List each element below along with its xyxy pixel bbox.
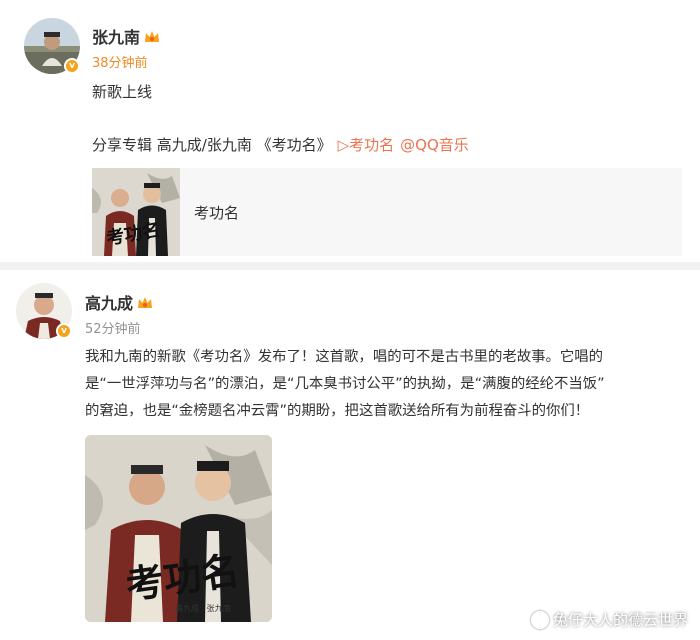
- card-title: 考功名: [194, 203, 240, 222]
- username[interactable]: 张九南: [92, 24, 160, 48]
- watermark-text: 兔仔大人的德云世界: [552, 611, 688, 629]
- username-text[interactable]: 张九南: [92, 24, 140, 48]
- username[interactable]: 高九成: [85, 290, 153, 314]
- post-text-line: 新歌上线: [92, 83, 153, 101]
- post-body-line-3: 的窘迫，也是“金榜题名冲云霄”的期盼，把这首歌送给所有为前程奋斗的你们！: [85, 403, 590, 419]
- username-text[interactable]: 高九成: [85, 290, 133, 314]
- share-line: 分享专辑 高九成/张九南 《考功名》 ▷考功名 @QQ音乐: [92, 134, 469, 155]
- avatar-wrap[interactable]: v: [24, 18, 80, 74]
- crown-icon: [137, 295, 153, 309]
- album-share-card[interactable]: 考功名 考功名: [92, 168, 682, 256]
- qq-music-link[interactable]: @QQ音乐: [400, 134, 469, 155]
- share-prefix: 分享专辑 高九成/张九南 《考功名》: [92, 136, 332, 154]
- album-card-cover: 考功名: [92, 168, 180, 256]
- avatar-wrap[interactable]: v: [16, 283, 72, 339]
- album-cover-image[interactable]: 考功名 高九成 张九南: [85, 435, 272, 622]
- weibo-camera-icon: ◎: [530, 610, 549, 629]
- post-timestamp[interactable]: 38分钟前: [92, 52, 148, 71]
- post-separator: [0, 262, 700, 270]
- album-link[interactable]: ▷考功名: [338, 134, 395, 155]
- post-timestamp[interactable]: 52分钟前: [85, 318, 141, 337]
- post-body-line-1: 我和九南的新歌《考功名》发布了！这首歌，唱的可不是古书里的老故事。它唱的: [85, 349, 604, 365]
- post-zhang-jiunan: v 张九南 38分钟前 新歌上线 分享专辑 高九成/张九南 《考功名》 ▷考功名…: [0, 0, 700, 268]
- verified-badge-icon: v: [64, 58, 80, 74]
- verified-badge-icon: v: [56, 323, 72, 339]
- crown-icon: [144, 29, 160, 43]
- album-cover-names: 高九成 张九南: [175, 604, 231, 613]
- watermark: ◎ 兔仔大人的德云世界: [530, 609, 688, 630]
- post-body-line-2: 是“一世浮萍功与名”的漂泊，是“几本臭书讨公平”的执拗，是“满腹的经纶不当饭”: [85, 376, 605, 392]
